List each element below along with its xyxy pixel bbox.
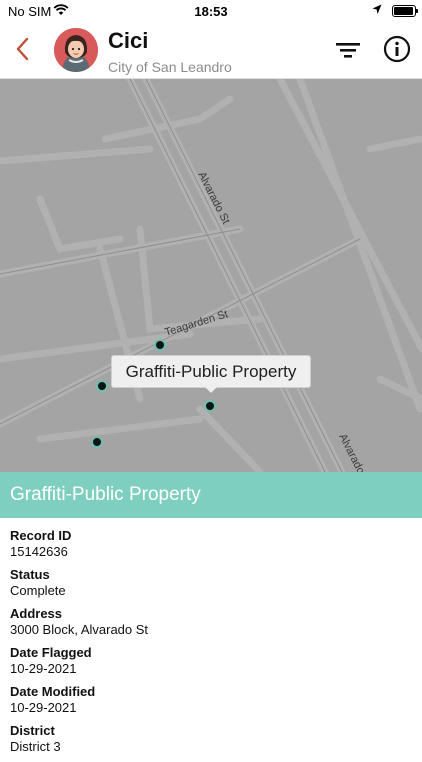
field-label: Date Modified <box>10 684 96 699</box>
field-label: District <box>10 723 55 738</box>
field-district: District District 3 <box>10 723 412 762</box>
field-value: District 3 <box>10 739 61 754</box>
detail-fields: Record ID 15142636 Status Complete Addre… <box>0 518 422 762</box>
map-marker[interactable] <box>91 436 103 448</box>
organization-label: City of San Leandro <box>108 59 232 75</box>
user-name: Cici <box>108 28 149 53</box>
avatar[interactable] <box>54 28 98 72</box>
field-value: Complete <box>10 583 66 598</box>
chevron-left-icon[interactable] <box>12 35 34 63</box>
field-date-modified: Date Modified 10-29-2021 <box>10 684 412 723</box>
field-status: Status Complete <box>10 567 412 606</box>
map-marker[interactable] <box>154 339 166 351</box>
header-bar: Cici City of San Leandro <box>0 22 422 79</box>
map-marker-selected[interactable] <box>204 400 216 412</box>
status-bar: No SIM 18:53 <box>0 0 422 22</box>
field-label: Record ID <box>10 528 72 543</box>
field-label: Address <box>10 606 63 621</box>
detail-title: Graffiti-Public Property <box>0 472 422 518</box>
map-overlay <box>0 79 422 472</box>
detail-sheet: Graffiti-Public Property Record ID 15142… <box>0 472 422 754</box>
field-value: 10-29-2021 <box>10 700 77 715</box>
map-view[interactable]: Alvarado St Teagarden St Alvarado St <box>0 79 422 472</box>
map-callout[interactable]: Graffiti-Public Property <box>111 355 311 388</box>
field-date-flagged: Date Flagged 10-29-2021 <box>10 645 412 684</box>
field-record-id: Record ID 15142636 <box>10 528 412 567</box>
clock: 18:53 <box>194 4 228 19</box>
field-label: Date Flagged <box>10 645 92 660</box>
filter-icon[interactable] <box>334 38 362 62</box>
callout-pointer <box>204 386 218 393</box>
battery-icon <box>392 5 418 17</box>
location-arrow-icon <box>372 4 382 14</box>
field-value: 15142636 <box>10 544 68 559</box>
field-value: 3000 Block, Alvarado St <box>10 622 149 637</box>
info-icon[interactable] <box>383 35 411 63</box>
field-address: Address 3000 Block, Alvarado St <box>10 606 412 645</box>
map-marker[interactable] <box>96 380 108 392</box>
field-label: Status <box>10 567 50 582</box>
field-value: 10-29-2021 <box>10 661 77 676</box>
